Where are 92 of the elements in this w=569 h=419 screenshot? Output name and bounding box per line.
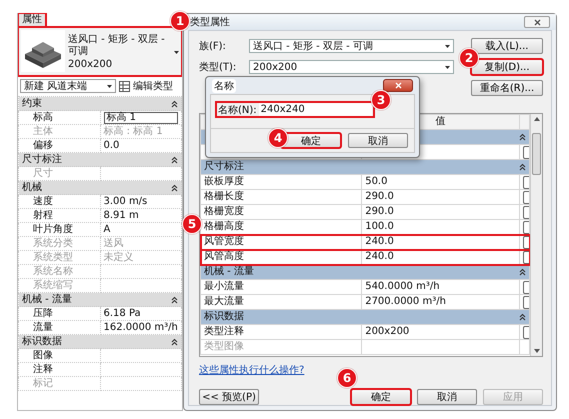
property-label: 标高 [18,110,100,124]
parameter-value: 200x200 [365,326,410,337]
dropdown-icon[interactable] [445,66,450,68]
dropdown-icon[interactable] [445,44,450,48]
property-label: 主体 [18,124,100,138]
collapse-icon[interactable] [519,313,526,321]
property-label: 标记 [18,376,100,390]
parameter-label: 类型注释 [200,324,362,340]
parameter-label: 格栅宽度 [200,204,362,220]
scroll-up-icon[interactable] [534,117,540,121]
group-header: 标识数据 [204,310,244,324]
table-icon[interactable] [119,80,130,92]
group-header: 机械 [22,181,42,194]
collapse-icon[interactable] [519,163,526,171]
collapse-icon[interactable] [519,133,526,141]
group-header: 机械 - 流量 [204,265,254,279]
close-button[interactable] [383,79,413,92]
parameter-value: 240.0 [365,251,394,262]
type-dropdown[interactable]: 200x200 [249,60,454,74]
property-value: 0.0 [104,140,120,151]
field-label: 名称(N): [218,104,257,116]
preview-button[interactable]: << 预览(P) [199,389,259,405]
scrollbar[interactable] [530,114,542,356]
property-label: 系统类型 [18,250,100,264]
close-button[interactable] [524,16,550,28]
property-value: 162.0000 m³/h [104,322,178,333]
type-selector[interactable]: 送风口 - 矩形 - 双层 - 可调 200x200 [18,27,182,76]
dialog-title: 名称 [212,78,236,92]
scroll-thumb[interactable] [532,133,541,175]
dropdown-icon[interactable] [174,50,179,54]
group-header: 标识数据 [22,335,62,348]
property-label: 注释 [18,362,100,376]
collapse-icon[interactable] [171,184,178,192]
help-link[interactable]: 这些属性执行什么操作? [199,363,304,377]
property-value: 送风 [104,238,124,249]
parameter-label: 最小流量 [200,280,362,294]
property-value: 3.00 m/s [104,196,148,207]
type-label: 类型(T): [199,60,238,74]
property-input[interactable]: 标高 1 [104,112,178,124]
parameter-value: 2700.0000 m³/h [365,296,446,307]
box-icon [21,30,65,72]
group-header: 尺寸标注 [22,153,62,166]
property-label: 图像 [18,348,100,362]
family-label: 族(F): [199,40,227,53]
group-header: 约束 [22,97,42,110]
parameter-label: 嵌板厚度 [200,174,362,190]
group-header: 机械 - 流量 [22,293,72,306]
dialog-button[interactable]: 确定 [351,389,411,405]
collapse-icon[interactable] [519,268,526,276]
property-label: 系统名称 [18,264,100,278]
property-label: 速度 [18,194,100,208]
family-name: 送风口 - 矩形 - 双层 - 可调 [68,34,166,58]
property-label: 叶片角度 [18,222,100,236]
dialog-button[interactable]: 载入(L)... [471,38,543,54]
dropdown-icon[interactable] [107,84,112,88]
scroll-down-icon[interactable] [534,349,540,353]
close-icon [394,82,402,89]
dialog-button[interactable]: 复制(D)... [471,59,543,75]
parameter-value: 290.0 [365,206,394,217]
family-dropdown[interactable]: 送风口 - 矩形 - 双层 - 可调 [249,39,454,53]
edit-type-button[interactable]: 编辑类型 [133,79,173,93]
property-label: 压降 [18,306,100,320]
collapse-icon[interactable] [171,100,178,108]
collapse-icon[interactable] [171,338,178,346]
collapse-icon[interactable] [171,156,178,164]
close-icon [534,18,540,26]
property-value: 标高 : 标高 1 [104,126,163,137]
property-value: 未定义 [104,252,134,263]
instance-filter-dropdown[interactable]: 新建 风道末端 [20,79,116,93]
panel-title: 属性 [18,13,46,27]
dialog-title: 类型属性 [190,16,230,29]
property-value: A [104,224,110,235]
name-input[interactable]: 240x240 [258,103,372,116]
property-value: 8.91 m [104,210,139,221]
dialog-button[interactable]: 确定 [281,133,341,148]
dialog-button[interactable]: 取消 [348,133,408,148]
property-value: 6.18 Pa [104,308,141,319]
parameter-label: 格栅长度 [200,190,362,204]
property-label: 射程 [18,208,100,222]
property-label: 系统分类 [18,236,100,250]
parameter-label: 类型图像 [200,340,362,354]
parameter-value: 100.0 [365,221,394,232]
dialog-button[interactable]: 取消 [417,389,477,405]
parameter-value: 290.0 [365,191,394,202]
parameter-value: 240.0 [365,236,394,247]
type-name: 200x200 [68,59,114,71]
parameter-value: 540.0000 m³/h [365,281,440,292]
collapse-icon[interactable] [171,296,178,304]
parameter-value: 50.0 [365,176,388,187]
dialog-button[interactable]: 重命名(R)... [471,80,543,96]
group-header: 尺寸标注 [204,160,244,174]
column-header: 值 [436,116,446,127]
